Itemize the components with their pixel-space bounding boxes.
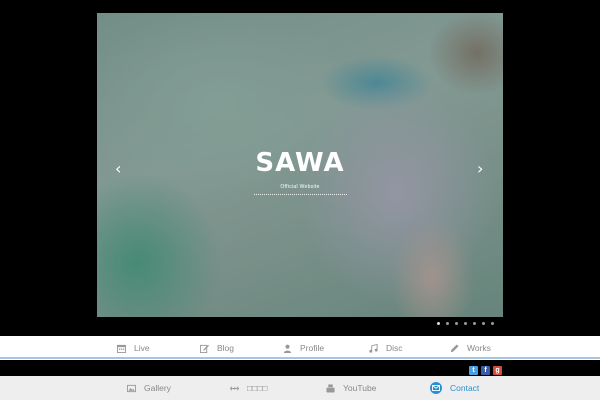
- twitter-icon[interactable]: t: [469, 366, 478, 375]
- social-bar: [0, 360, 600, 376]
- nav-item-label: Disc: [386, 343, 403, 353]
- image-icon: [127, 384, 136, 392]
- google-icon[interactable]: g: [493, 366, 502, 375]
- calendar-icon: [117, 344, 126, 353]
- youtube-icon: [326, 383, 335, 393]
- nav-item-gallery[interactable]: Gallery: [127, 376, 171, 400]
- chevron-right-icon[interactable]: ›: [477, 161, 483, 177]
- user-icon: [283, 344, 292, 353]
- nav-item-label: Contact: [450, 383, 480, 393]
- nav-item-label: Live: [134, 343, 150, 353]
- pager-dot[interactable]: [437, 322, 440, 325]
- facebook-icon[interactable]: f: [481, 366, 490, 375]
- edit-icon: [200, 344, 209, 353]
- slider-pager: [437, 322, 494, 325]
- chevron-left-icon[interactable]: ‹: [115, 161, 121, 177]
- pager-dot[interactable]: [482, 322, 485, 325]
- nav-item-label: Gallery: [144, 383, 171, 393]
- pager-dot[interactable]: [455, 322, 458, 325]
- mail-icon: [430, 382, 442, 394]
- subtitle-divider: [254, 194, 347, 195]
- nav-item-links[interactable]: □□□□: [230, 376, 268, 400]
- hero-slider: SAWA Official Website ‹ ›: [97, 13, 503, 317]
- pager-dot[interactable]: [464, 322, 467, 325]
- nav-item-label: Profile: [300, 343, 325, 353]
- link-icon: [230, 385, 239, 391]
- nav-item-label: YouTube: [343, 383, 377, 393]
- nav-item-label: □□□□: [247, 383, 268, 393]
- nav-divider: [0, 357, 600, 359]
- nav-item-youtube[interactable]: YouTube: [326, 376, 376, 400]
- music-icon: [369, 343, 378, 353]
- nav-item-label: Works: [467, 343, 491, 353]
- site-subtitle: Official Website: [280, 184, 320, 190]
- site-title: SAWA: [255, 148, 345, 178]
- nav-item-label: Blog: [217, 343, 235, 353]
- sub-nav: [0, 376, 600, 400]
- pager-dot[interactable]: [473, 322, 476, 325]
- pencil-icon: [450, 343, 459, 352]
- pager-dot[interactable]: [491, 322, 494, 325]
- pager-dot[interactable]: [446, 322, 449, 325]
- page: SAWA Official Website ‹ › Live Blog Prof…: [0, 0, 600, 400]
- nav-item-contact[interactable]: Contact: [430, 376, 479, 400]
